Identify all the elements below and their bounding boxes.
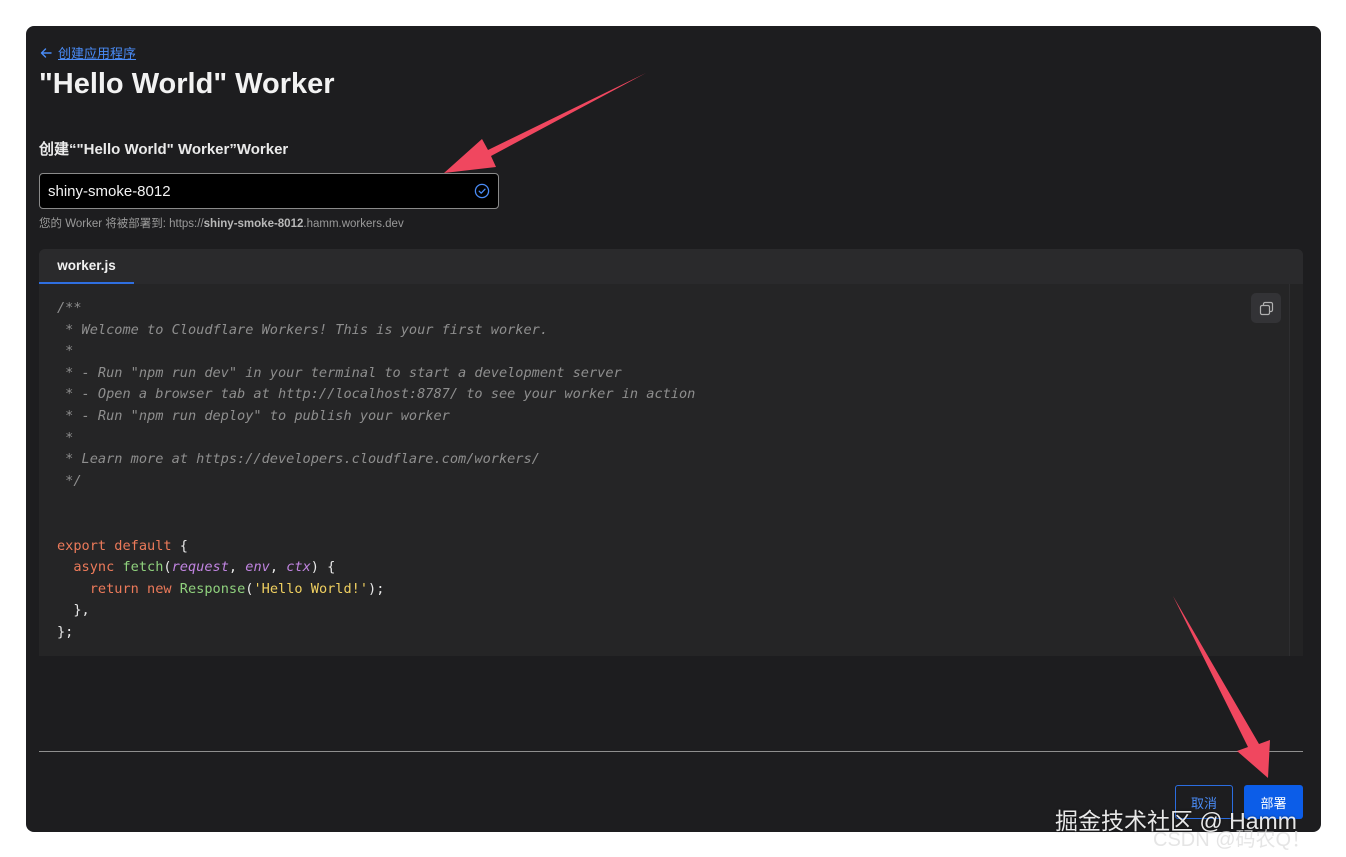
page-title: "Hello World" Worker [39, 68, 335, 100]
editor-tab-bar: worker.js [39, 249, 1303, 284]
hint-subdomain: shiny-smoke-8012 [203, 218, 304, 230]
code-editor: worker.js /** * Welcome to Cloudflare Wo… [39, 249, 1303, 656]
back-link[interactable]: 创建应用程序 [39, 43, 136, 62]
copy-code-button[interactable] [1251, 293, 1281, 323]
worker-create-panel: 创建应用程序 "Hello World" Worker 创建“"Hello Wo… [26, 26, 1321, 832]
worker-name-input[interactable] [48, 182, 474, 200]
editor-scrollbar[interactable] [1289, 284, 1303, 656]
arrow-left-icon [40, 47, 52, 58]
hint-suffix: .hamm.workers.dev [303, 218, 404, 230]
worker-name-label: 创建“"Hello World" Worker”Worker [39, 141, 289, 158]
footer-divider [39, 751, 1303, 752]
watermark-csdn: CSDN @码农Q！ [1153, 829, 1312, 851]
worker-name-field[interactable] [39, 173, 499, 209]
check-circle-icon [474, 183, 490, 199]
code-content[interactable]: /** * Welcome to Cloudflare Workers! Thi… [57, 298, 1289, 644]
hint-prefix: 您的 Worker 将被部署到: https:// [39, 218, 204, 230]
tab-worker-js[interactable]: worker.js [39, 249, 134, 284]
code-area[interactable]: /** * Welcome to Cloudflare Workers! Thi… [39, 284, 1289, 656]
back-link-label[interactable]: 创建应用程序 [58, 43, 136, 62]
deploy-url-hint: 您的 Worker 将被部署到: https://shiny-smoke-801… [39, 215, 404, 231]
copy-icon [1259, 301, 1273, 315]
